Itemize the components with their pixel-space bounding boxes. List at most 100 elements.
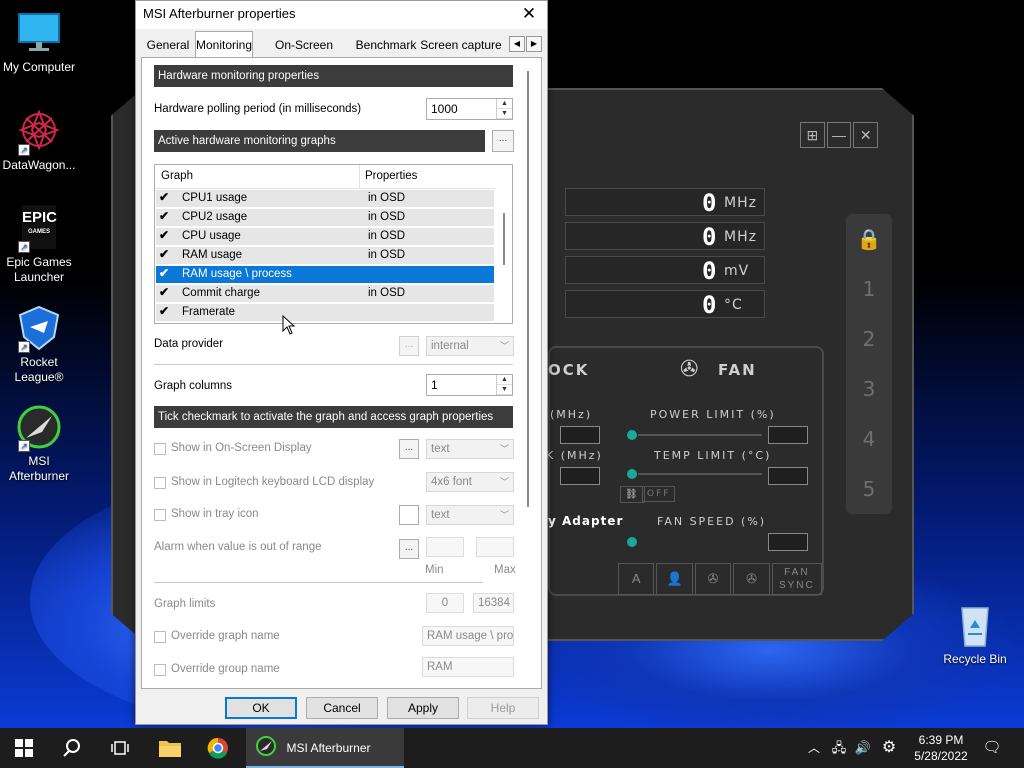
tab-scroll-right-icon[interactable]: ▶ [526,36,542,52]
list-scrollbar-thumb[interactable] [503,213,505,265]
windows-logo-icon[interactable]: ⊞ [800,122,825,148]
column-header-properties[interactable]: Properties [365,170,417,182]
power-limit-slider-handle[interactable] [627,430,637,440]
profile-1-button[interactable]: 1 [846,264,892,314]
tab-monitoring[interactable]: Monitoring [195,31,253,57]
auto-mode-icon[interactable]: A [618,563,655,595]
override-graph-name-checkbox[interactable] [154,631,166,643]
show-tray-checkbox[interactable] [154,509,166,521]
column-separator[interactable] [359,165,360,189]
temp-limit-value-box[interactable] [768,467,808,485]
alarm-max-field[interactable] [476,537,514,557]
osd-type-select[interactable]: text ﹀ [426,439,514,459]
apply-button[interactable]: Apply [387,697,459,719]
profile-2-button[interactable]: 2 [846,314,892,364]
tray-type-select[interactable]: text ﹀ [426,505,514,525]
alarm-options-button[interactable]: ... [399,539,419,559]
skin-off-toggle[interactable]: OFF [642,486,676,502]
graph-limit-max-field[interactable]: 16384 [473,593,514,613]
tab-on-screen-display[interactable]: On-Screen Display [255,33,353,76]
desktop-icon-my-computer[interactable]: My Computer [0,10,78,75]
task-view-button[interactable] [100,728,140,768]
fan1-icon[interactable]: ✇ [694,563,732,595]
profile-3-button[interactable]: 3 [846,364,892,414]
minimize-icon[interactable]: — [826,122,852,148]
profile-5-button[interactable]: 5 [846,464,892,514]
tab-screen-capture[interactable]: Screen capture [419,33,503,57]
graph-columns-spinner[interactable]: 1 ▲ ▼ [426,374,513,396]
chrome-button[interactable] [198,728,238,768]
spin-down-icon[interactable]: ▼ [497,385,512,395]
cancel-button[interactable]: Cancel [306,697,378,719]
notifications-icon[interactable]: 🗨 [980,728,1004,768]
checkmark-icon[interactable]: ✔ [159,285,169,299]
desktop-icon-msi-afterburner[interactable]: ↗ MSI Afterburner [0,404,78,484]
list-item[interactable]: ✔ Commit charge in OSD [156,285,494,303]
user-icon[interactable]: 👤 [656,563,693,595]
logitech-font-select[interactable]: 4x6 font ﹀ [426,472,514,492]
desktop-icon-datawagon[interactable]: ↗ DataWagon... [0,108,78,173]
override-group-name-field[interactable]: RAM [422,657,514,677]
show-logitech-checkbox[interactable] [154,477,166,489]
polling-period-spinner[interactable]: 1000 ▲ ▼ [426,98,513,120]
panel-scrollbar-thumb[interactable] [527,71,529,507]
desktop-icon-recycle-bin[interactable]: Recycle Bin [936,602,1014,667]
taskbar-msi-afterburner-button[interactable]: MSI Afterburner [246,728,404,768]
list-item[interactable]: ✔ CPU1 usage in OSD [156,190,494,208]
tray-color-swatch[interactable] [399,505,419,525]
graph-limit-min-field[interactable]: 0 [426,593,464,613]
link-icon[interactable]: ⛓ [620,486,645,503]
data-provider-options-button[interactable]: ... [399,336,419,356]
spin-up-icon[interactable]: ▲ [497,375,512,385]
column-header-graph[interactable]: Graph [161,170,193,182]
desktop-icon-epic-games[interactable]: EPIC GAMES ↗ Epic Games Launcher [0,205,78,285]
override-group-name-checkbox[interactable] [154,664,166,676]
tab-benchmark[interactable]: Benchmark [355,33,417,57]
search-button[interactable] [52,728,92,768]
network-icon[interactable]: 🖧 [828,728,850,768]
data-provider-select[interactable]: internal ﹀ [426,336,514,356]
list-item[interactable]: ✔ RAM usage in OSD [156,247,494,265]
spin-down-icon[interactable]: ▼ [497,109,512,119]
desktop-icon-rocket-league[interactable]: ↗ Rocket League® [0,305,78,385]
fan-sync-button[interactable]: FAN SYNC [771,563,822,595]
checkmark-icon[interactable]: ✔ [159,304,169,318]
power-limit-slider-track[interactable] [638,434,762,436]
profile-4-button[interactable]: 4 [846,414,892,464]
list-item[interactable]: ✔ Framerate [156,304,494,322]
checkmark-icon[interactable]: ✔ [159,228,169,242]
spin-up-icon[interactable]: ▲ [497,99,512,109]
list-item-selected[interactable]: ✔ RAM usage \ process [156,266,494,284]
volume-icon[interactable]: 🔊 [852,728,874,768]
power-limit-value-box[interactable] [768,426,808,444]
temp-limit-slider-handle[interactable] [627,469,637,479]
temp-limit-slider-track[interactable] [638,473,762,475]
lock-icon[interactable]: 🔒 [846,214,892,264]
ok-button[interactable]: OK [225,697,297,719]
checkmark-icon[interactable]: ✔ [159,190,169,204]
fan2-icon[interactable]: ✇ [733,563,770,595]
override-graph-name-field[interactable]: RAM usage \ proc [422,626,514,646]
fan-speed-value-box[interactable] [768,533,808,551]
checkmark-icon[interactable]: ✔ [159,247,169,261]
tab-scroll-left-icon[interactable]: ◀ [509,36,525,52]
list-item[interactable]: ✔ CPU2 usage in OSD [156,209,494,227]
list-scrollbar[interactable] [498,165,512,323]
osd-options-button[interactable]: ... [399,439,419,459]
settings-gear-icon[interactable]: ⚙ [878,728,900,768]
checkmark-icon[interactable]: ✔ [159,266,169,280]
help-button[interactable]: Help [467,697,539,719]
close-icon[interactable]: ✕ [517,3,541,27]
system-clock[interactable]: 6:39 PM 5/28/2022 [904,732,978,764]
graphs-options-button[interactable]: ... [492,130,514,152]
file-explorer-button[interactable] [150,728,190,768]
list-item[interactable]: ✔ CPU usage in OSD [156,228,494,246]
start-button[interactable] [4,728,44,768]
show-osd-checkbox[interactable] [154,443,166,455]
fan-speed-slider-handle[interactable] [627,537,637,547]
alarm-min-field[interactable] [426,537,464,557]
graphs-list[interactable]: Graph Properties ✔ CPU1 usage in OSD ✔ CPU2… [154,164,513,324]
close-icon[interactable]: ✕ [853,122,879,148]
checkmark-icon[interactable]: ✔ [159,209,169,223]
tab-general[interactable]: General [143,33,193,57]
